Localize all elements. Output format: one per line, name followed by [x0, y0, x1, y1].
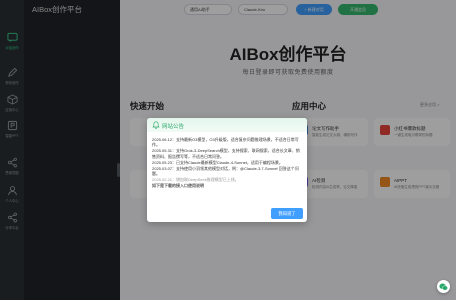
- modal-title: 网站公告: [162, 124, 185, 130]
- modal-header: 网站公告: [147, 118, 307, 132]
- notice-item: 2025.02.21：增加联DeepSeek推理模型已上线。: [152, 177, 239, 183]
- notice-item: 2025.05.31：支持Grok-3-DeepSearch模型，支持搜索、联网…: [152, 148, 300, 159]
- bell-icon: [152, 121, 160, 129]
- announcement-modal: 网站公告 2025.06.12：支持最新O3模型，O3升级版，适合复杂问题推理场…: [147, 118, 307, 222]
- notice-item: 2025.03.07：支持使用小羽领其他模型对话，例：@Claude-3.7-S…: [152, 165, 299, 177]
- chat-support-button[interactable]: [437, 280, 450, 293]
- acknowledge-button[interactable]: 我知道了: [271, 208, 303, 219]
- modal-body: 2025.06.12：支持最新O3模型，O3升级版，适合复杂问题推理场景，不适合…: [152, 137, 302, 199]
- notice-item: 2025.05.23：已支持Claude最新模型Claude-4-Sonnet，…: [152, 159, 283, 165]
- wechat-icon: [439, 283, 448, 290]
- notice-item: 如下是下载的接入口使用说明: [152, 183, 204, 189]
- notice-item: 2025.06.12：支持最新O3模型，O3升级版，适合复杂问题推理场景，不适合…: [152, 137, 299, 148]
